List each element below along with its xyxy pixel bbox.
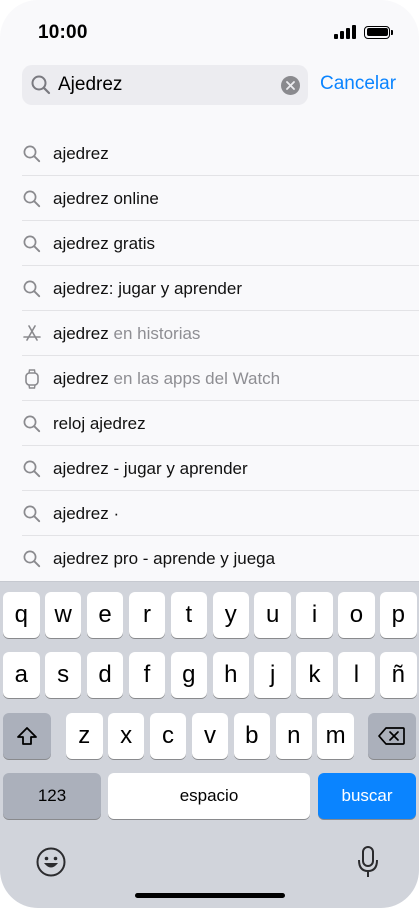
suggestion-item[interactable]: ajedrez - jugar y aprender xyxy=(22,446,419,491)
search-icon xyxy=(22,504,42,524)
suggestion-label: ajedrez · xyxy=(53,504,120,523)
suggestion-label: ajedrez gratis xyxy=(53,234,156,253)
search-field[interactable] xyxy=(22,65,308,105)
microphone-icon[interactable] xyxy=(356,845,380,884)
backspace-icon xyxy=(378,727,405,745)
status-bar: 10:00 xyxy=(0,0,419,60)
search-input[interactable] xyxy=(58,65,288,105)
suggestion-hint: en las apps del Watch xyxy=(108,369,281,388)
space-key[interactable]: espacio xyxy=(108,773,310,819)
suggestion-item[interactable]: reloj ajedrez xyxy=(22,401,419,446)
key-n[interactable]: n xyxy=(275,713,312,759)
key-l[interactable]: l xyxy=(338,652,375,698)
numbers-key[interactable]: 123 xyxy=(3,773,101,819)
suggestion-label: ajedrez pro - aprende y juega xyxy=(53,549,276,568)
search-icon xyxy=(31,75,51,95)
suggestion-item[interactable]: ajedrez · xyxy=(22,491,419,536)
suggestion-item[interactable]: ajedrez xyxy=(22,131,419,176)
suggestion-label: ajedrez en las apps del Watch xyxy=(53,369,281,388)
shift-key[interactable] xyxy=(3,713,51,759)
key-e[interactable]: e xyxy=(86,592,124,638)
key-ñ[interactable]: ñ xyxy=(380,652,417,698)
clear-search-icon[interactable] xyxy=(281,76,300,95)
cellular-signal-icon xyxy=(334,25,356,39)
battery-icon xyxy=(364,25,393,39)
app-store-icon xyxy=(22,324,42,344)
key-c[interactable]: c xyxy=(149,713,187,759)
key-g[interactable]: g xyxy=(170,652,208,698)
keyboard: q w e r t y u i o p a s d f g h j k l ñ z x c v b n m 123 espacio bus… xyxy=(0,581,419,908)
suggestion-label: ajedrez en historias xyxy=(53,324,201,343)
key-h[interactable]: h xyxy=(212,652,249,698)
suggestion-label: ajedrez: jugar y aprender xyxy=(53,279,243,298)
key-x[interactable]: x xyxy=(107,713,145,759)
search-icon xyxy=(22,234,42,254)
key-t[interactable]: t xyxy=(170,592,208,638)
key-p[interactable]: p xyxy=(380,592,417,638)
watch-icon xyxy=(22,369,42,389)
key-z[interactable]: z xyxy=(66,713,103,759)
key-q[interactable]: q xyxy=(3,592,40,638)
search-key[interactable]: buscar xyxy=(318,773,416,819)
suggestion-item[interactable]: ajedrez gratis xyxy=(22,221,419,266)
suggestion-label: ajedrez online xyxy=(53,189,159,208)
key-w[interactable]: w xyxy=(44,592,82,638)
key-d[interactable]: d xyxy=(86,652,124,698)
search-icon xyxy=(22,414,42,434)
key-i[interactable]: i xyxy=(296,592,333,638)
suggestion-item[interactable]: ajedrez pro - aprende y juega xyxy=(22,536,419,581)
key-m[interactable]: m xyxy=(317,713,354,759)
delete-key[interactable] xyxy=(368,713,416,759)
suggestion-label: ajedrez - jugar y aprender xyxy=(53,459,248,478)
suggestion-item[interactable]: ajedrez online xyxy=(22,176,419,221)
key-a[interactable]: a xyxy=(3,652,40,698)
status-icons xyxy=(334,25,393,39)
key-s[interactable]: s xyxy=(44,652,82,698)
suggestion-item[interactable]: ajedrez: jugar y aprender xyxy=(22,266,419,311)
key-r[interactable]: r xyxy=(128,592,166,638)
key-u[interactable]: u xyxy=(254,592,291,638)
key-b[interactable]: b xyxy=(233,713,271,759)
suggestion-hint: en historias xyxy=(108,324,201,343)
suggestion-item[interactable]: ajedrez en las apps del Watch xyxy=(22,356,419,401)
key-k[interactable]: k xyxy=(296,652,333,698)
key-o[interactable]: o xyxy=(338,592,375,638)
search-icon xyxy=(22,189,42,209)
suggestion-label: reloj ajedrez xyxy=(53,414,146,433)
screen: 10:00 Cancelar ajedrezajedrez onlineajed… xyxy=(0,0,419,908)
search-icon xyxy=(22,279,42,299)
shift-icon xyxy=(17,727,37,745)
key-f[interactable]: f xyxy=(128,652,166,698)
search-row: Cancelar xyxy=(22,65,407,105)
search-icon xyxy=(22,144,42,164)
home-indicator[interactable] xyxy=(135,893,285,898)
status-time: 10:00 xyxy=(38,22,88,43)
search-icon xyxy=(22,459,42,479)
search-icon xyxy=(22,549,42,569)
key-v[interactable]: v xyxy=(191,713,229,759)
key-j[interactable]: j xyxy=(254,652,291,698)
key-y[interactable]: y xyxy=(212,592,249,638)
suggestion-item[interactable]: ajedrez en historias xyxy=(22,311,419,356)
suggestion-list: ajedrez ajedrez online ajedrez gratis ajedr… xyxy=(22,131,419,581)
emoji-icon[interactable] xyxy=(35,846,67,883)
cancel-button[interactable]: Cancelar xyxy=(320,73,396,95)
suggestion-label: ajedrez xyxy=(53,144,109,163)
